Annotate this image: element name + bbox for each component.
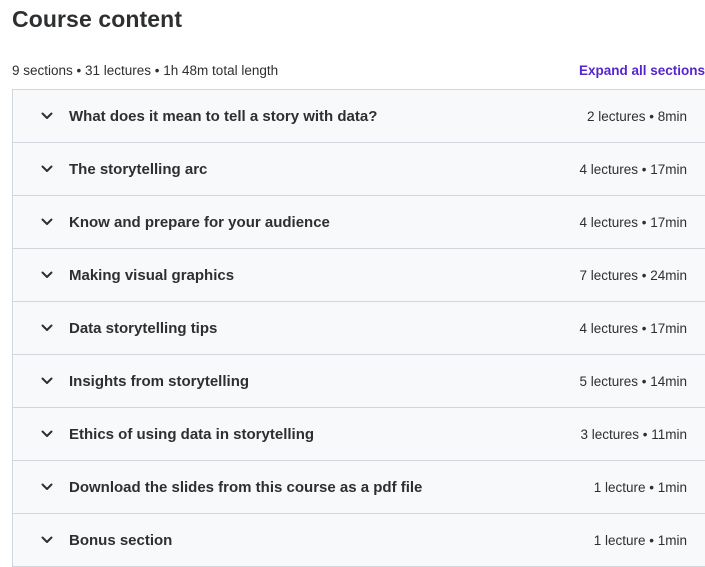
- chevron-down-icon: [39, 479, 55, 495]
- section-title: Know and prepare for your audience: [69, 213, 330, 231]
- section-row[interactable]: Data storytelling tips 4 lectures • 17mi…: [13, 302, 705, 355]
- section-title: Bonus section: [69, 531, 173, 549]
- chevron-down-icon: [39, 214, 55, 230]
- chevron-down-icon: [39, 267, 55, 283]
- section-meta: 1 lecture • 1min: [593, 532, 687, 548]
- course-summary: 9 sections • 31 lectures • 1h 48m total …: [12, 62, 279, 78]
- section-title: Ethics of using data in storytelling: [69, 425, 315, 443]
- course-summary-row: 9 sections • 31 lectures • 1h 48m total …: [12, 60, 705, 80]
- section-row[interactable]: Know and prepare for your audience 4 lec…: [13, 196, 705, 249]
- section-row[interactable]: Download the slides from this course as …: [13, 461, 705, 514]
- section-row[interactable]: Making visual graphics 7 lectures • 24mi…: [13, 249, 705, 302]
- section-title: The storytelling arc: [69, 160, 208, 178]
- section-title: What does it mean to tell a story with d…: [69, 107, 378, 125]
- page-title: Course content: [12, 6, 183, 32]
- section-list: What does it mean to tell a story with d…: [12, 89, 705, 567]
- section-row[interactable]: What does it mean to tell a story with d…: [13, 90, 705, 143]
- section-meta: 3 lectures • 11min: [580, 426, 687, 442]
- chevron-down-icon: [39, 108, 55, 124]
- section-row[interactable]: Bonus section 1 lecture • 1min: [13, 514, 705, 567]
- section-title: Download the slides from this course as …: [69, 478, 423, 496]
- section-meta: 4 lectures • 17min: [579, 161, 687, 177]
- section-row[interactable]: The storytelling arc 4 lectures • 17min: [13, 143, 705, 196]
- section-meta: 4 lectures • 17min: [579, 214, 687, 230]
- section-meta: 5 lectures • 14min: [579, 373, 687, 389]
- section-meta: 7 lectures • 24min: [579, 267, 687, 283]
- chevron-down-icon: [39, 532, 55, 548]
- section-title: Data storytelling tips: [69, 319, 218, 337]
- section-meta: 4 lectures • 17min: [579, 320, 687, 336]
- section-meta: 1 lecture • 1min: [593, 479, 687, 495]
- section-row[interactable]: Ethics of using data in storytelling 3 l…: [13, 408, 705, 461]
- chevron-down-icon: [39, 373, 55, 389]
- section-title: Making visual graphics: [69, 266, 235, 284]
- chevron-down-icon: [39, 161, 55, 177]
- expand-all-sections-button[interactable]: Expand all sections: [579, 63, 705, 78]
- chevron-down-icon: [39, 320, 55, 336]
- section-row[interactable]: Insights from storytelling 5 lectures • …: [13, 355, 705, 408]
- section-title: Insights from storytelling: [69, 372, 250, 390]
- chevron-down-icon: [39, 426, 55, 442]
- course-content-panel: Course content 9 sections • 31 lectures …: [0, 0, 705, 567]
- section-meta: 2 lectures • 8min: [586, 108, 687, 124]
